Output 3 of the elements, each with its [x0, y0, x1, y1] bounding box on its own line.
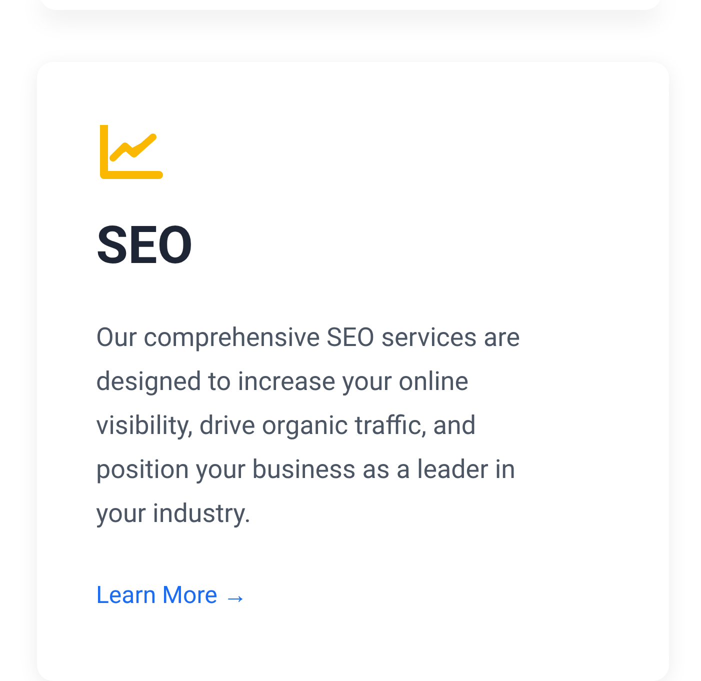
- card-description: Our comprehensive SEO services are designed to increase your online visibility, drive organic traffic, and position your business as a leader in your industry.: [96, 322, 522, 531]
- card-title: SEO: [96, 214, 194, 278]
- learn-more-link[interactable]: Learn More →: [96, 579, 248, 611]
